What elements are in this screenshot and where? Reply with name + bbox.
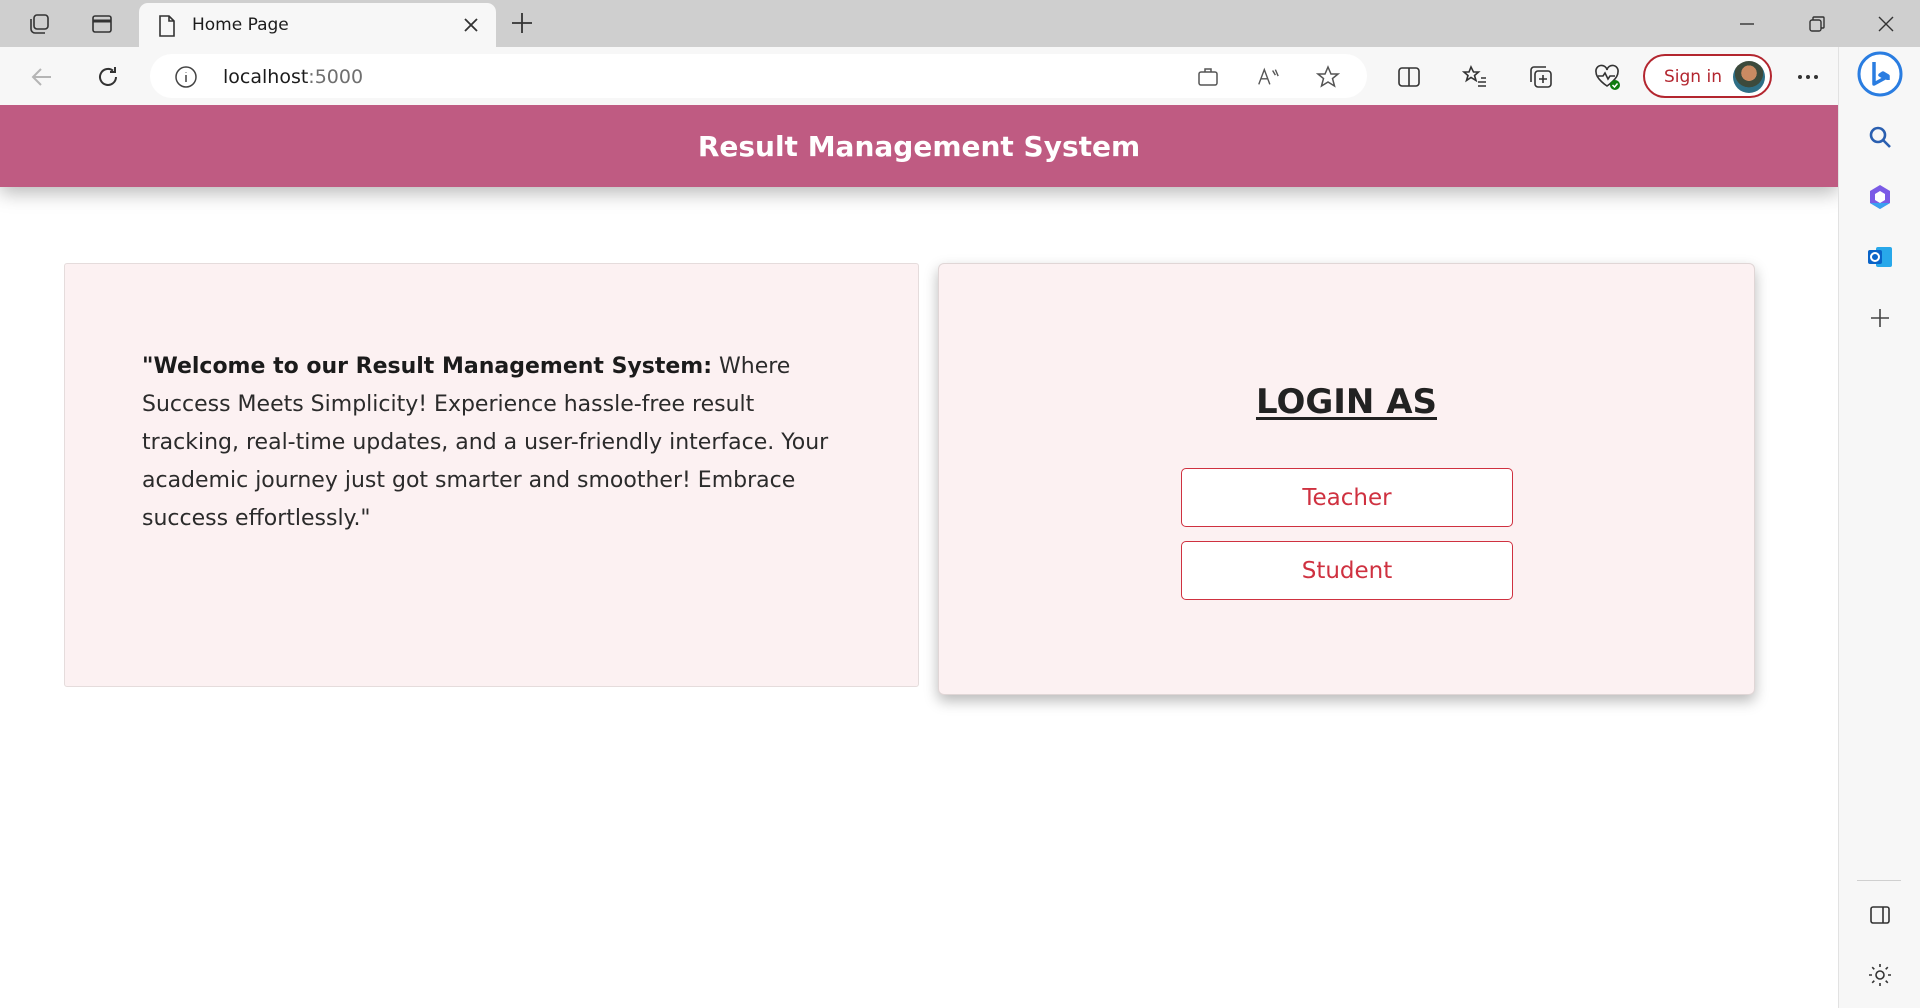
url-text: localhost:5000 (223, 66, 364, 88)
search-icon[interactable] (1863, 120, 1897, 154)
copilot-icon[interactable] (1863, 180, 1897, 214)
close-window-icon[interactable] (1871, 10, 1901, 38)
hide-sidebar-icon[interactable] (1863, 898, 1897, 932)
welcome-card: "Welcome to our Result Management System… (64, 263, 919, 687)
profile-avatar (1733, 61, 1765, 93)
browser-tab-bar: Home Page (0, 0, 1920, 47)
sign-in-button[interactable]: Sign in (1643, 54, 1772, 98)
login-card: LOGIN AS Teacher Student (938, 263, 1755, 695)
workspaces-icon[interactable] (25, 10, 53, 38)
login-heading: LOGIN AS (1255, 382, 1437, 422)
split-screen-icon[interactable] (1394, 62, 1424, 92)
favorite-star-icon[interactable] (1316, 65, 1340, 89)
new-tab-icon[interactable] (509, 10, 535, 40)
welcome-body: Where Success Meets Simplicity! Experien… (142, 354, 829, 531)
browser-essentials-icon[interactable] (1592, 62, 1622, 92)
add-sidebar-app-icon[interactable] (1863, 301, 1897, 335)
site-title: Result Management System (697, 129, 1141, 163)
more-options-icon[interactable] (1793, 62, 1823, 92)
restore-icon[interactable] (1802, 10, 1832, 38)
outlook-icon[interactable] (1863, 240, 1897, 274)
favorites-list-icon[interactable] (1460, 62, 1490, 92)
tab-title: Home Page (192, 15, 289, 35)
browser-sidebar (1838, 47, 1920, 1008)
site-header: Result Management System (0, 105, 1838, 187)
minimize-icon[interactable] (1732, 10, 1762, 38)
read-aloud-icon[interactable] (1256, 65, 1280, 89)
address-bar[interactable]: localhost:5000 (150, 54, 1367, 98)
settings-gear-icon[interactable] (1863, 958, 1897, 992)
teacher-login-button[interactable]: Teacher (1181, 468, 1513, 527)
site-info-icon[interactable] (174, 65, 198, 93)
sidebar-divider (1857, 880, 1901, 881)
page-document-icon (157, 14, 177, 42)
collections-icon[interactable] (1526, 62, 1556, 92)
copilot-bing-icon[interactable] (1857, 51, 1903, 97)
close-tab-icon[interactable] (461, 15, 481, 39)
page-viewport: Result Management System "Welcome to our… (0, 105, 1838, 1008)
welcome-message: "Welcome to our Result Management System… (142, 348, 842, 538)
back-arrow-icon[interactable] (27, 62, 57, 92)
active-tab[interactable]: Home Page (139, 3, 496, 47)
welcome-lead: "Welcome to our Result Management System… (142, 354, 713, 379)
refresh-icon[interactable] (93, 62, 123, 92)
sign-in-label: Sign in (1664, 67, 1722, 87)
browser-toolbar: localhost:5000 Sign in (0, 47, 1920, 105)
student-login-button[interactable]: Student (1181, 541, 1513, 600)
app-available-icon[interactable] (1196, 65, 1220, 89)
vertical-tabs-icon[interactable] (88, 10, 116, 38)
